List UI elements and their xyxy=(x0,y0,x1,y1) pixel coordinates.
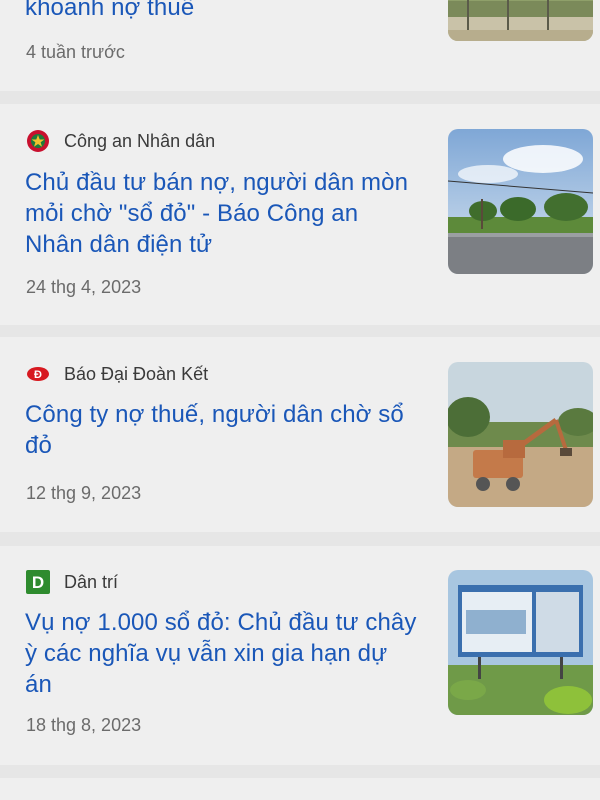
news-card[interactable]: khoanh nợ thuế 4 tuần trước xyxy=(0,0,600,91)
article-thumbnail[interactable] xyxy=(448,0,593,41)
svg-text:Đ: Đ xyxy=(34,369,42,381)
news-card[interactable] xyxy=(0,778,600,800)
article-time: 24 thg 4, 2023 xyxy=(26,277,142,297)
svg-text:D: D xyxy=(32,573,44,592)
news-card[interactable]: D Dân trí Vụ nợ 1.000 sổ đỏ: Chủ đầu tư … xyxy=(0,546,600,765)
article-title[interactable]: Vụ nợ 1.000 sổ đỏ: Chủ đầu tư chây ỳ các… xyxy=(25,607,425,700)
cand-emblem-icon xyxy=(26,129,50,153)
source-name[interactable]: Báo Đại Đoàn Kết xyxy=(64,364,208,385)
article-title[interactable]: Công ty nợ thuế, người dân chờ sổ đỏ xyxy=(25,399,425,461)
article-title[interactable]: Chủ đầu tư bán nợ, người dân mòn mỏi chờ… xyxy=(25,167,425,260)
source-name[interactable]: Công an Nhân dân xyxy=(64,131,215,152)
article-time: 18 thg 8, 2023 xyxy=(26,715,142,735)
article-time: 12 thg 9, 2023 xyxy=(26,483,142,503)
article-thumbnail[interactable] xyxy=(448,362,593,507)
article-time: 4 tuần trước xyxy=(26,42,125,62)
source-name[interactable]: Dân trí xyxy=(64,572,118,593)
dan-tri-logo-icon: D xyxy=(26,570,50,594)
article-thumbnail[interactable] xyxy=(448,570,593,715)
article-thumbnail[interactable] xyxy=(448,129,593,274)
news-card[interactable]: Công an Nhân dân Chủ đầu tư bán nợ, ngườ… xyxy=(0,104,600,325)
article-title[interactable]: khoanh nợ thuế xyxy=(25,0,425,23)
news-card[interactable]: Đ Báo Đại Đoàn Kết Công ty nợ thuế, ngườ… xyxy=(0,337,600,532)
dai-doan-ket-logo-icon: Đ xyxy=(26,362,50,386)
